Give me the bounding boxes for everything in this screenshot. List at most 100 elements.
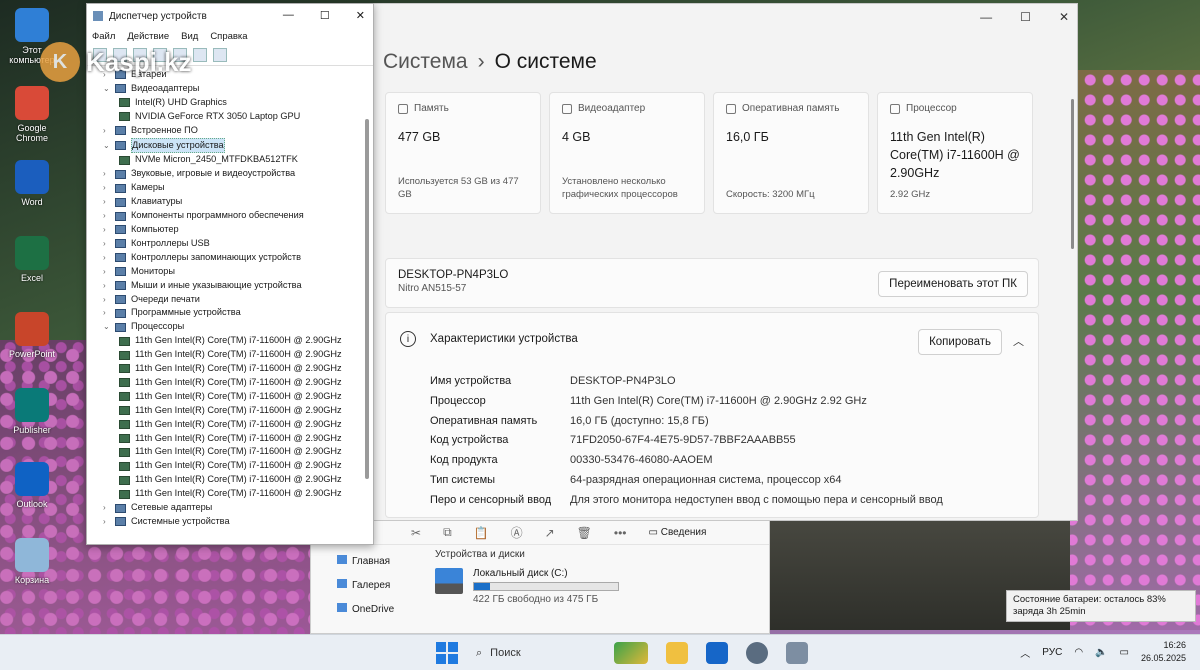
- chevron-right-icon[interactable]: ›: [103, 209, 115, 223]
- chevron-down-icon[interactable]: ⌄: [103, 320, 115, 334]
- device-category[interactable]: › Сетевые адаптеры: [103, 501, 342, 515]
- device-category[interactable]: ⌄ Процессоры: [103, 320, 342, 334]
- chevron-up-tray-icon[interactable]: ︿: [1020, 645, 1030, 660]
- desktop-icon-recycle-bin[interactable]: Корзина: [2, 538, 62, 585]
- more-icon[interactable]: •••: [614, 526, 627, 540]
- kaspi-watermark-text: Kaspi.kz: [86, 46, 192, 77]
- cut-icon[interactable]: ✂: [411, 526, 421, 540]
- device-item[interactable]: 11th Gen Intel(R) Core(TM) i7-11600H @ 2…: [103, 348, 342, 362]
- desktop-icon-word[interactable]: Word: [2, 160, 62, 207]
- device-category[interactable]: › Компоненты программного обеспечения: [103, 209, 342, 223]
- chevron-up-icon[interactable]: ︿: [1013, 333, 1024, 349]
- device-item[interactable]: 11th Gen Intel(R) Core(TM) i7-11600H @ 2…: [103, 376, 342, 390]
- device-item[interactable]: 11th Gen Intel(R) Core(TM) i7-11600H @ 2…: [103, 459, 342, 473]
- desktop-icon-publisher[interactable]: Publisher: [2, 388, 62, 435]
- device-item[interactable]: 11th Gen Intel(R) Core(TM) i7-11600H @ 2…: [103, 473, 342, 487]
- nav-item-gallery[interactable]: Галерея: [311, 573, 429, 597]
- menu-item[interactable]: Справка: [210, 31, 247, 42]
- chevron-right-icon[interactable]: ›: [103, 167, 115, 181]
- device-item[interactable]: NVMe Micron_2450_MTFDKBA512TFK: [103, 153, 342, 167]
- copy-button[interactable]: Копировать: [918, 329, 1002, 355]
- device-category[interactable]: › Камеры: [103, 181, 342, 195]
- wifi-icon[interactable]: ◠: [1074, 647, 1083, 658]
- device-item[interactable]: 11th Gen Intel(R) Core(TM) i7-11600H @ 2…: [103, 432, 342, 446]
- widgets-icon[interactable]: [614, 642, 648, 664]
- device-category[interactable]: › Мыши и иные указывающие устройства: [103, 279, 342, 293]
- device-category[interactable]: › Компьютер: [103, 223, 342, 237]
- menu-item[interactable]: Вид: [181, 31, 198, 42]
- device-item[interactable]: Intel(R) UHD Graphics: [103, 96, 342, 110]
- menu-item[interactable]: Файл: [92, 31, 115, 42]
- input-language[interactable]: РУС: [1042, 647, 1062, 658]
- close-icon[interactable]: ✕: [1059, 10, 1069, 24]
- chevron-right-icon[interactable]: ›: [103, 251, 115, 265]
- chevron-down-icon[interactable]: ⌄: [103, 82, 115, 96]
- device-category[interactable]: › Программные устройства: [103, 306, 342, 320]
- maximize-icon[interactable]: ☐: [1020, 10, 1031, 24]
- device-item[interactable]: 11th Gen Intel(R) Core(TM) i7-11600H @ 2…: [103, 445, 342, 459]
- chevron-right-icon[interactable]: ›: [103, 279, 115, 293]
- desktop-icon-powerpoint[interactable]: PowerPoint: [2, 312, 62, 359]
- device-item[interactable]: 11th Gen Intel(R) Core(TM) i7-11600H @ 2…: [103, 390, 342, 404]
- volume-icon[interactable]: 🔈: [1095, 647, 1107, 658]
- device-category[interactable]: › Контроллеры USB: [103, 237, 342, 251]
- settings-scrollbar[interactable]: [1071, 99, 1074, 249]
- chevron-right-icon[interactable]: ›: [103, 181, 115, 195]
- desktop-icon-outlook[interactable]: Outlook: [2, 462, 62, 509]
- device-category[interactable]: › Очереди печати: [103, 293, 342, 307]
- close-icon[interactable]: ✕: [356, 9, 365, 22]
- copy-icon[interactable]: ⧉: [443, 525, 452, 540]
- file-explorer-icon[interactable]: [666, 642, 688, 664]
- paste-icon[interactable]: 📋: [474, 526, 489, 540]
- device-item[interactable]: 11th Gen Intel(R) Core(TM) i7-11600H @ 2…: [103, 404, 342, 418]
- rename-pc-button[interactable]: Переименовать этот ПК: [878, 271, 1028, 297]
- menu-item[interactable]: Действие: [127, 31, 169, 42]
- chevron-right-icon[interactable]: ›: [103, 237, 115, 251]
- chevron-right-icon[interactable]: ›: [103, 223, 115, 237]
- battery-icon[interactable]: ▭: [1120, 647, 1129, 658]
- chevron-right-icon[interactable]: ›: [103, 124, 115, 138]
- chevron-right-icon[interactable]: ›: [103, 195, 115, 209]
- chevron-right-icon[interactable]: ›: [103, 515, 115, 529]
- start-button[interactable]: [436, 642, 458, 664]
- device-category[interactable]: ⌄ Дисковые устройства: [103, 137, 342, 154]
- share-icon[interactable]: ↗: [545, 526, 555, 540]
- store-icon[interactable]: [706, 642, 728, 664]
- nav-item-onedrive[interactable]: OneDrive: [311, 597, 429, 621]
- device-category[interactable]: › Контроллеры запоминающих устройств: [103, 251, 342, 265]
- device-item[interactable]: 11th Gen Intel(R) Core(TM) i7-11600H @ 2…: [103, 418, 342, 432]
- settings-gear-icon[interactable]: [746, 642, 768, 664]
- chevron-right-icon[interactable]: ›: [103, 265, 115, 279]
- device-category[interactable]: › Системные устройства: [103, 515, 342, 529]
- maximize-icon[interactable]: ☐: [320, 9, 330, 22]
- monitor-icon[interactable]: [213, 47, 227, 62]
- desktop-icon-chrome[interactable]: Google Chrome: [2, 86, 62, 143]
- device-item[interactable]: 11th Gen Intel(R) Core(TM) i7-11600H @ 2…: [103, 487, 342, 501]
- device-manager-scrollbar[interactable]: [365, 119, 369, 479]
- device-item[interactable]: 11th Gen Intel(R) Core(TM) i7-11600H @ 2…: [103, 362, 342, 376]
- minimize-icon[interactable]: —: [980, 10, 992, 24]
- device-item[interactable]: 11th Gen Intel(R) Core(TM) i7-11600H @ 2…: [103, 334, 342, 348]
- delete-icon[interactable]: 🗑: [577, 526, 592, 540]
- device-category[interactable]: › Звуковые, игровые и видеоустройства: [103, 167, 342, 181]
- device-item[interactable]: NVIDIA GeForce RTX 3050 Laptop GPU: [103, 110, 342, 124]
- chevron-right-icon[interactable]: ›: [103, 293, 115, 307]
- details-button[interactable]: ▭ Сведения: [649, 527, 707, 538]
- breadcrumb-system[interactable]: Система: [383, 50, 468, 73]
- device-category[interactable]: › Клавиатуры: [103, 195, 342, 209]
- taskbar-search[interactable]: ⌕ Поиск: [476, 641, 596, 665]
- scan-hardware-icon[interactable]: [193, 47, 207, 62]
- rename-icon[interactable]: Ⓐ: [511, 524, 523, 541]
- device-category[interactable]: › Мониторы: [103, 265, 342, 279]
- chevron-right-icon[interactable]: ›: [103, 306, 115, 320]
- nav-item-home[interactable]: Главная: [311, 549, 429, 573]
- device-manager-taskbar-icon[interactable]: [786, 642, 808, 664]
- device-category[interactable]: › Встроенное ПО: [103, 124, 342, 138]
- chevron-right-icon[interactable]: ›: [103, 501, 115, 515]
- minimize-icon[interactable]: —: [283, 9, 294, 22]
- local-disk-item[interactable]: Локальный диск (C:) 422 ГБ свободно из 4…: [435, 568, 619, 605]
- desktop-icon-excel[interactable]: Excel: [2, 236, 62, 283]
- chevron-down-icon[interactable]: ⌄: [103, 139, 115, 153]
- clock[interactable]: 16:26 26.05.2025: [1141, 639, 1186, 665]
- device-category[interactable]: ⌄ Видеоадаптеры: [103, 82, 342, 96]
